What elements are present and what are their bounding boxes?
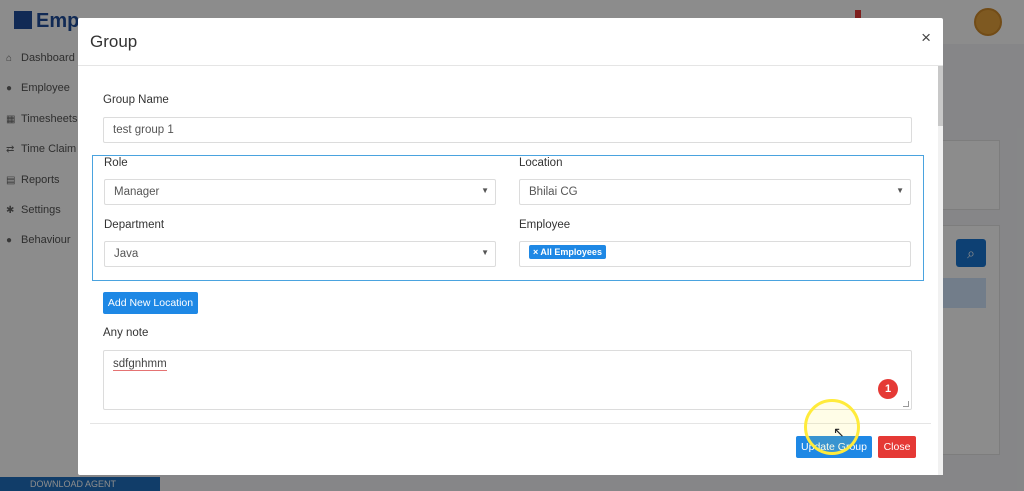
scrollbar-thumb[interactable] [938, 66, 943, 126]
resize-handle[interactable] [903, 401, 909, 407]
close-button[interactable]: Close [878, 436, 916, 458]
group-name-label: Group Name [103, 94, 169, 106]
role-label: Role [104, 157, 128, 169]
modal-scrollbar[interactable] [938, 66, 943, 475]
department-label: Department [104, 219, 165, 231]
dropdown-arrow-icon: ▼ [481, 186, 489, 195]
add-new-location-button[interactable]: Add New Location [103, 292, 198, 314]
dropdown-arrow-icon: ▼ [481, 248, 489, 257]
note-textarea[interactable]: sdfgnhmm [103, 350, 912, 410]
note-text: sdfgnhmm [113, 358, 167, 371]
note-label: Any note [103, 327, 149, 339]
employee-tag[interactable]: × All Employees [529, 245, 606, 259]
location-select[interactable]: Bhilai CG ▼ [519, 179, 911, 205]
employee-multiselect[interactable]: × All Employees [519, 241, 911, 267]
close-icon[interactable]: × [921, 29, 931, 46]
location-label: Location [519, 157, 563, 169]
group-modal: Group × Group Name test group 1 Role Man… [78, 18, 943, 475]
click-highlight [804, 399, 860, 455]
modal-header: Group × [78, 18, 943, 66]
department-select[interactable]: Java ▼ [104, 241, 496, 267]
notification-badge: 1 [878, 379, 898, 399]
modal-title: Group [90, 32, 138, 51]
dropdown-arrow-icon: ▼ [896, 186, 904, 195]
employee-label: Employee [519, 219, 571, 231]
group-name-input[interactable]: test group 1 [103, 117, 912, 143]
role-select[interactable]: Manager ▼ [104, 179, 496, 205]
mouse-cursor-icon: ↖ [833, 424, 845, 440]
